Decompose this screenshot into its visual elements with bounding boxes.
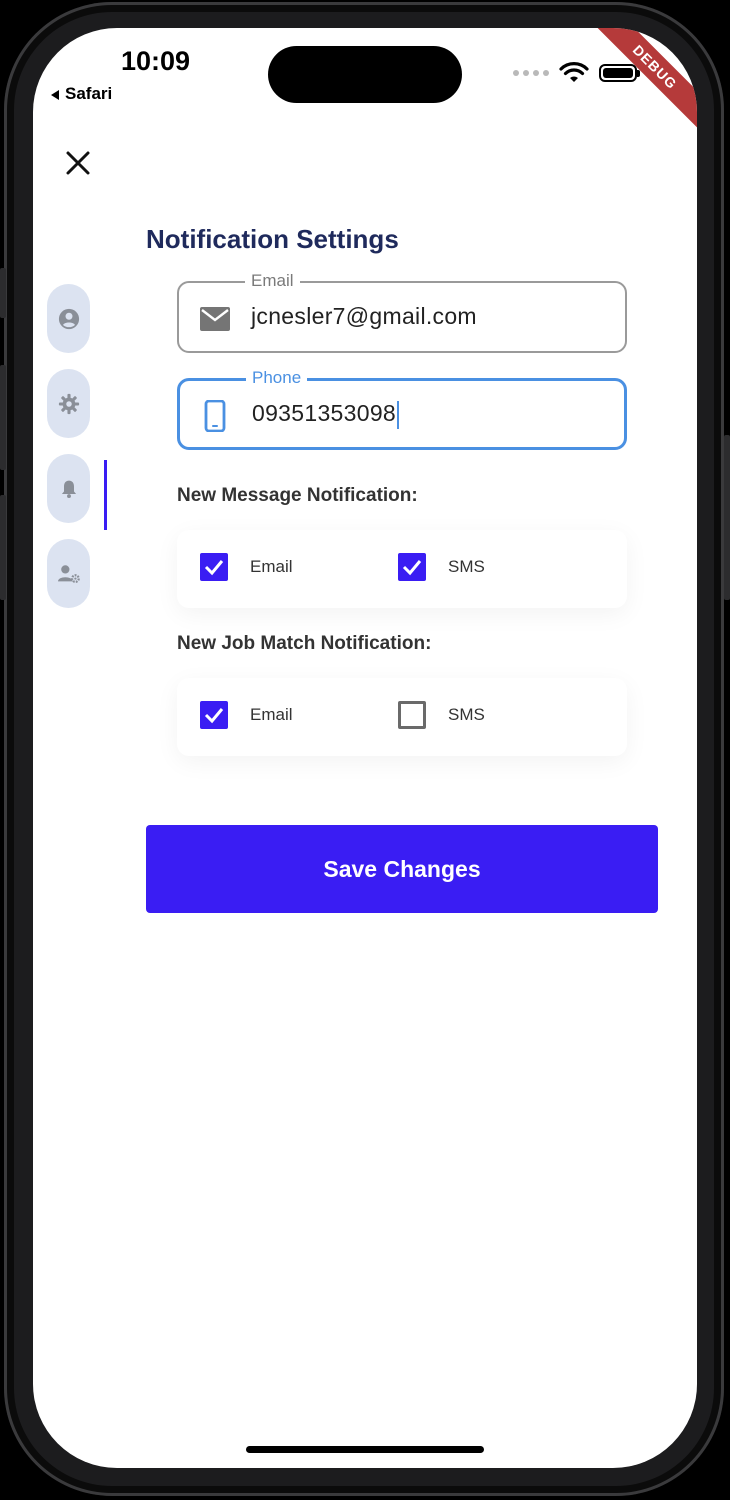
email-field-value: jcnesler7@gmail.com (251, 303, 477, 329)
email-field-label: Email (245, 271, 300, 291)
back-to-app-link[interactable]: Safari (51, 84, 112, 104)
phone-field-label: Phone (246, 368, 308, 388)
user-settings-icon (57, 564, 80, 583)
phone-field[interactable]: Phone 09351353098 (177, 368, 627, 450)
page-title: Notification Settings (146, 224, 399, 254)
new-job-match-label: New Job Match Notification: (177, 633, 432, 654)
phone-field-value: 09351353098 (252, 400, 400, 429)
new-message-email-checkbox[interactable] (200, 553, 228, 581)
home-indicator[interactable] (246, 1446, 484, 1453)
side-button (0, 365, 6, 470)
cellular-signal-icon (513, 70, 549, 76)
wifi-icon (559, 62, 589, 82)
phone-field-text: 09351353098 (252, 400, 397, 426)
option-label: Email (250, 705, 293, 724)
save-changes-button[interactable]: Save Changes (146, 825, 658, 913)
back-app-label: Safari (65, 84, 113, 103)
side-button (724, 435, 730, 600)
new-message-sms-option[interactable]: SMS (398, 553, 485, 581)
rail-item-profile[interactable] (47, 284, 90, 353)
option-label: SMS (448, 705, 485, 724)
app-screen: 10:09 Safari DEBUG Notification Settings (33, 28, 697, 1468)
gear-icon (58, 393, 79, 414)
rail-item-notifications[interactable] (47, 454, 90, 523)
close-button[interactable] (61, 146, 95, 180)
new-message-options: Email SMS (177, 530, 627, 608)
new-job-match-email-checkbox[interactable] (200, 701, 228, 729)
text-cursor (397, 400, 400, 429)
check-icon (204, 560, 224, 576)
rail-item-account-settings[interactable] (47, 539, 90, 608)
check-icon (402, 560, 422, 576)
dynamic-island (268, 46, 462, 103)
new-message-label: New Message Notification: (177, 485, 418, 506)
close-icon (66, 151, 90, 175)
mail-icon (200, 307, 230, 331)
option-label: Email (250, 557, 293, 576)
battery-icon (599, 64, 640, 82)
status-indicators (513, 62, 640, 84)
account-circle-icon (58, 308, 79, 329)
status-time: 10:09 (121, 46, 191, 76)
rail-selected-indicator (104, 460, 107, 530)
check-icon (204, 708, 224, 724)
option-label: SMS (448, 557, 485, 576)
rail-item-settings[interactable] (47, 369, 90, 438)
new-message-email-option[interactable]: Email (200, 553, 293, 581)
email-field[interactable]: Email jcnesler7@gmail.com (177, 271, 627, 353)
new-message-sms-checkbox[interactable] (398, 553, 426, 581)
phone-icon (204, 400, 226, 432)
bell-icon (61, 480, 76, 498)
new-job-match-sms-checkbox[interactable] (398, 701, 426, 729)
side-button (0, 268, 6, 318)
new-job-match-sms-option[interactable]: SMS (398, 701, 485, 729)
side-button (0, 495, 6, 600)
new-job-match-options: Email SMS (177, 678, 627, 756)
back-arrow-icon (51, 89, 59, 100)
new-job-match-email-option[interactable]: Email (200, 701, 293, 729)
